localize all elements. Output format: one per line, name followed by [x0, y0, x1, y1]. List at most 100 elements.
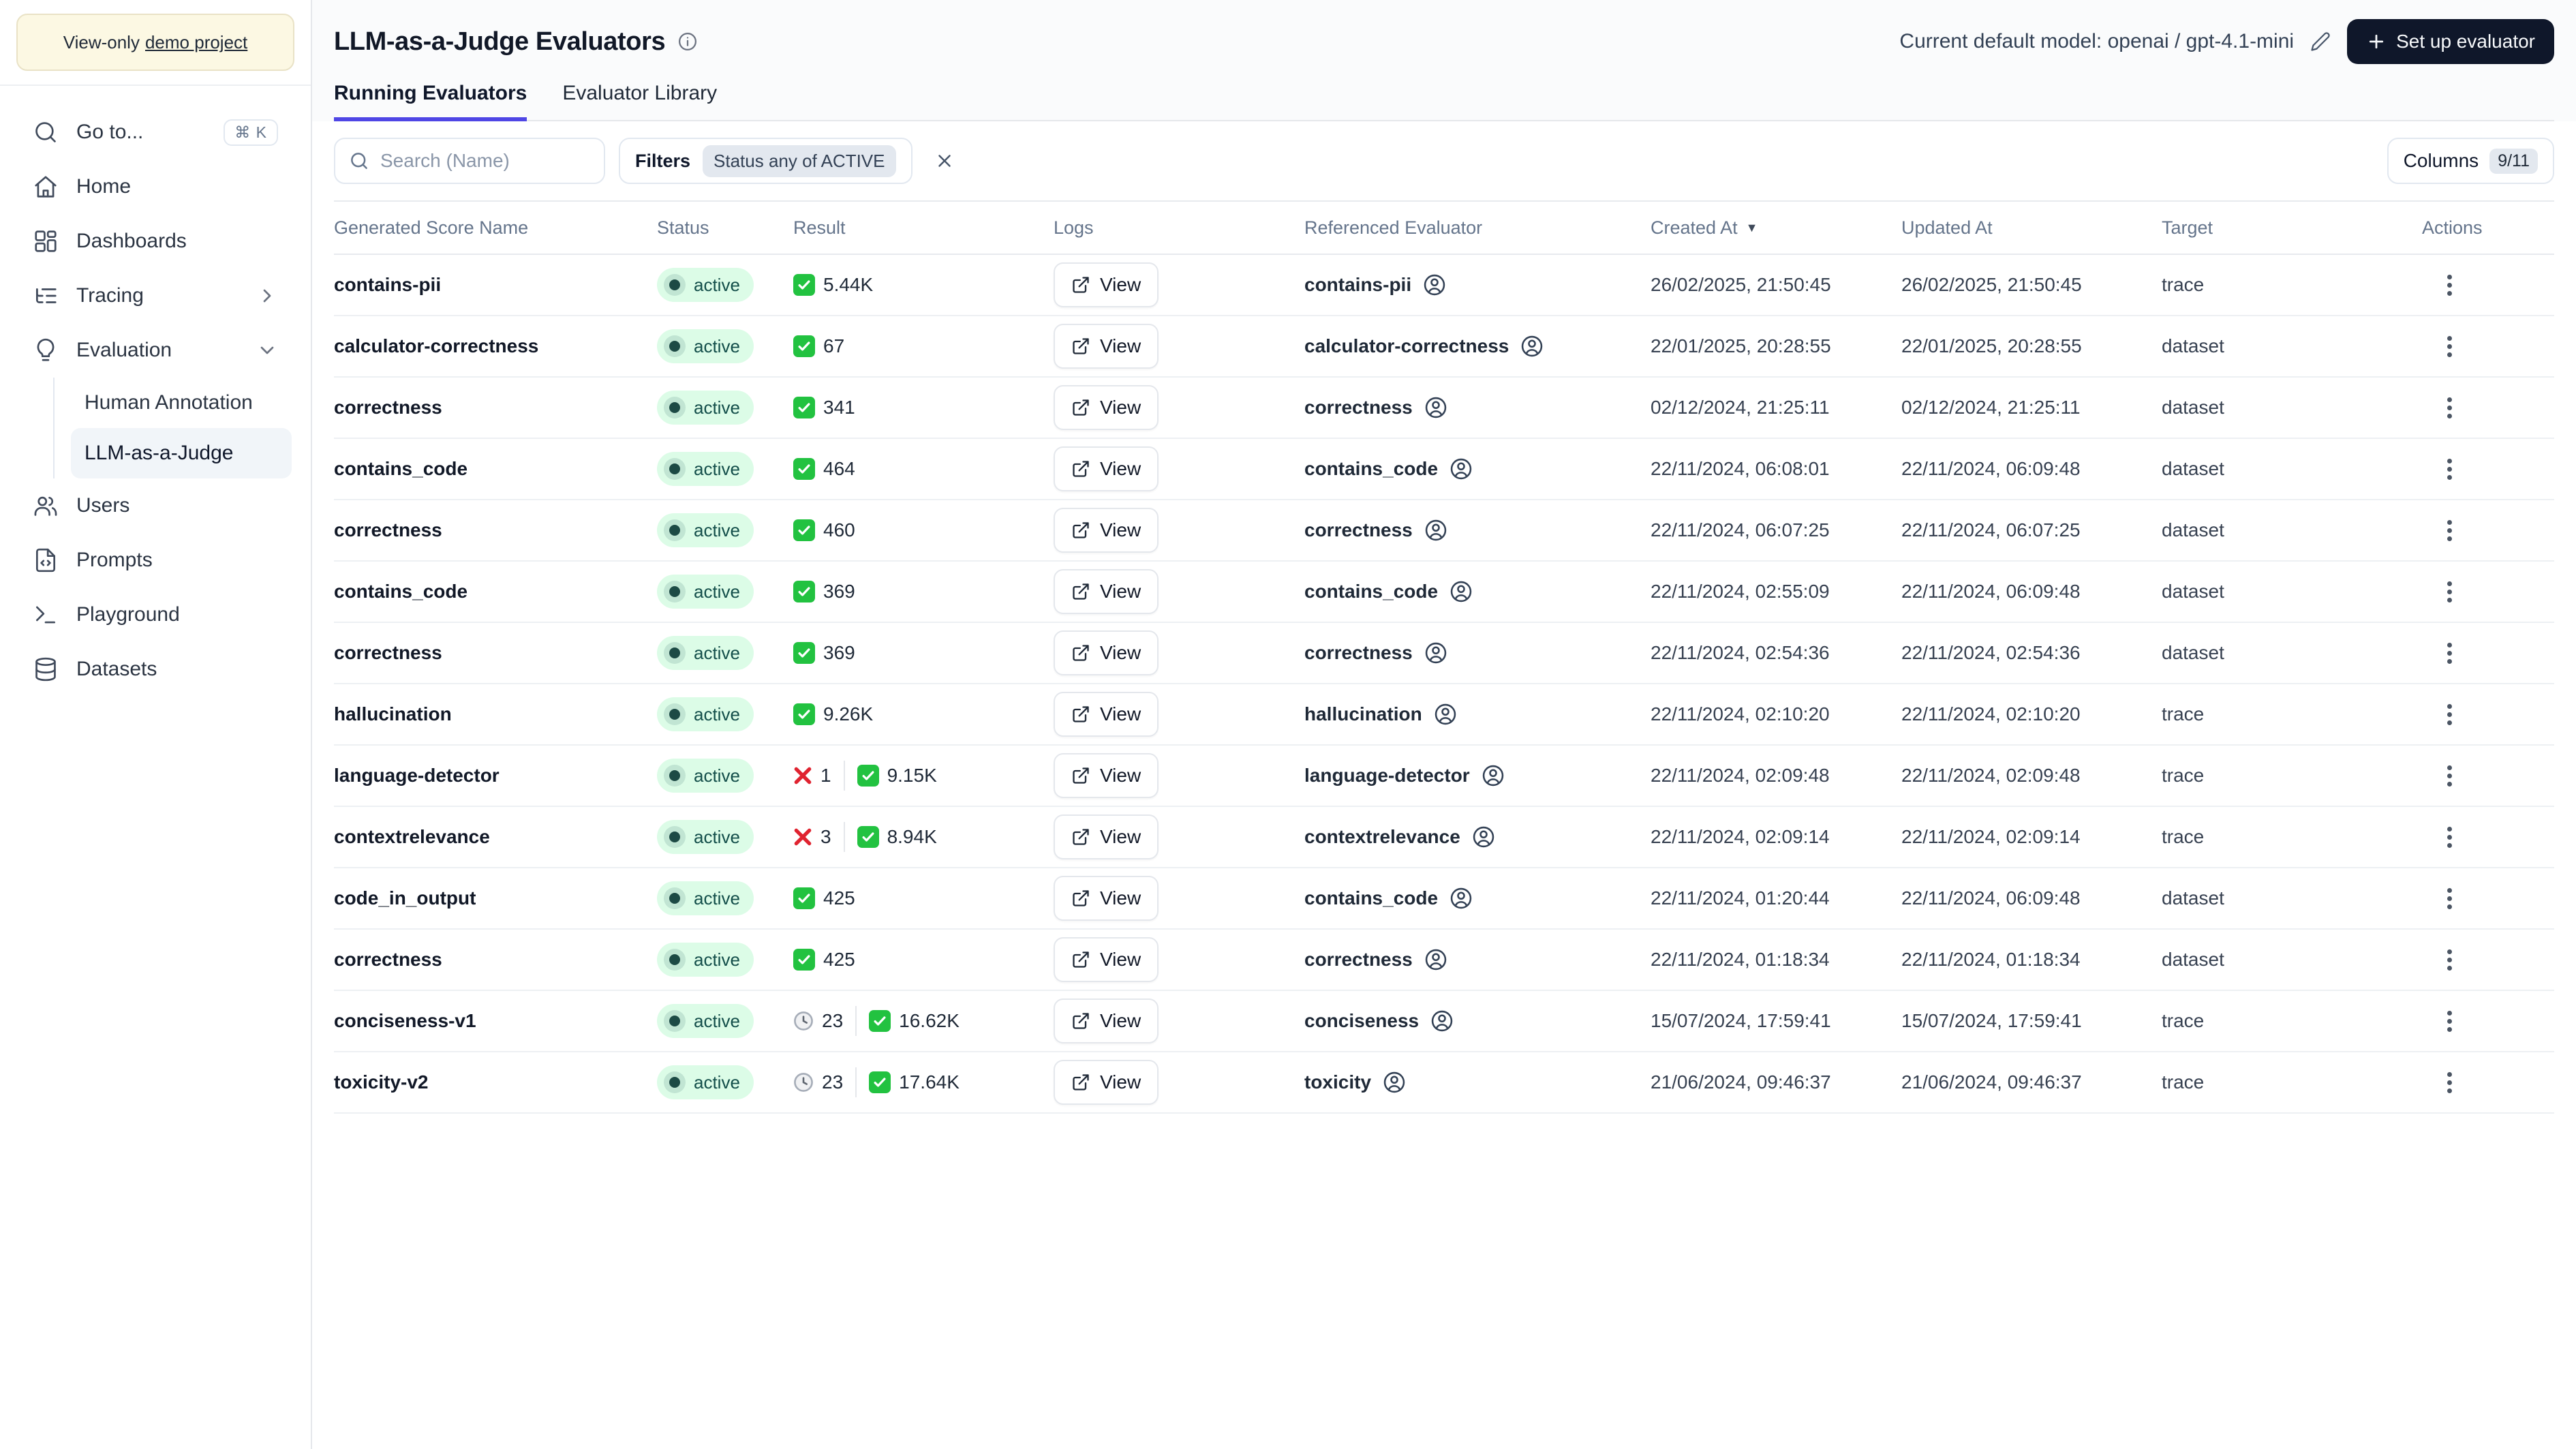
sidebar-item-llm-as-a-judge[interactable]: LLM-as-a-Judge — [71, 428, 292, 478]
created-at: 22/11/2024, 02:55:09 — [1651, 581, 1830, 602]
table-row[interactable]: contains_code active 369 View contains_c… — [334, 562, 2554, 623]
view-logs-button[interactable]: View — [1054, 385, 1159, 430]
view-logs-button[interactable]: View — [1054, 753, 1159, 798]
status-badge: active — [657, 820, 754, 854]
sidebar-item-home[interactable]: Home — [19, 159, 292, 214]
result-pass-count: 5.44K — [823, 274, 874, 295]
updated-at: 22/11/2024, 06:09:48 — [1901, 887, 2081, 909]
filter-chip: Status any of ACTIVE — [703, 144, 896, 177]
updated-at: 22/11/2024, 02:54:36 — [1901, 642, 2081, 663]
demo-project-link[interactable]: demo project — [145, 32, 247, 53]
filters-button[interactable]: Filters Status any of ACTIVE — [619, 138, 913, 184]
table-row[interactable]: calculator-correctness active 67 View ca… — [334, 316, 2554, 378]
view-logs-button[interactable]: View — [1054, 692, 1159, 737]
table-row[interactable]: toxicity-v2 active 23 17.64K View toxici… — [334, 1052, 2554, 1114]
users-icon — [33, 493, 59, 519]
search-icon — [33, 119, 59, 145]
terminal-icon — [33, 602, 59, 628]
table-row[interactable]: correctness active 460 View correctness … — [334, 500, 2554, 562]
view-logs-button[interactable]: View — [1054, 446, 1159, 491]
table-row[interactable]: contains_code active 464 View contains_c… — [334, 439, 2554, 500]
view-logs-button[interactable]: View — [1054, 814, 1159, 859]
status-badge: active — [657, 513, 754, 547]
set-up-evaluator-button[interactable]: Set up evaluator — [2347, 19, 2554, 64]
database-icon — [33, 656, 59, 682]
search-input[interactable] — [380, 150, 590, 172]
table-row[interactable]: correctness active 425 View correctness … — [334, 930, 2554, 991]
row-actions-button[interactable] — [2430, 695, 2468, 733]
info-icon[interactable] — [677, 31, 698, 52]
evaluation-submenu: Human Annotation LLM-as-a-Judge — [53, 378, 292, 478]
row-actions-button[interactable] — [2430, 511, 2468, 549]
table-row[interactable]: correctness active 369 View correctness … — [334, 623, 2554, 684]
generated-score-name: language-detector — [334, 765, 500, 786]
row-actions-button[interactable] — [2430, 1002, 2468, 1040]
table-row[interactable]: language-detector active 1 9.15K View la… — [334, 746, 2554, 807]
created-at: 22/11/2024, 06:08:01 — [1651, 458, 1830, 479]
generated-score-name: code_in_output — [334, 887, 476, 909]
row-actions-button[interactable] — [2430, 941, 2468, 979]
view-logs-button[interactable]: View — [1054, 998, 1159, 1043]
view-logs-button[interactable]: View — [1054, 262, 1159, 307]
result-lead: 23 — [793, 1071, 843, 1093]
created-at: 02/12/2024, 21:25:11 — [1651, 397, 1830, 418]
tab-evaluator-library[interactable]: Evaluator Library — [562, 82, 717, 121]
row-actions-button[interactable] — [2430, 818, 2468, 856]
table-row[interactable]: code_in_output active 425 View contains_… — [334, 868, 2554, 930]
col-created-at[interactable]: Created At ▼ — [1651, 217, 1901, 239]
col-referenced-evaluator[interactable]: Referenced Evaluator — [1304, 217, 1651, 239]
col-logs[interactable]: Logs — [1054, 217, 1304, 239]
table-row[interactable]: correctness active 341 View correctness … — [334, 378, 2554, 439]
row-actions-button[interactable] — [2430, 573, 2468, 611]
view-logs-button[interactable]: View — [1054, 937, 1159, 982]
row-actions-button[interactable] — [2430, 327, 2468, 365]
updated-at: 22/11/2024, 01:18:34 — [1901, 949, 2081, 970]
col-generated-score-name[interactable]: Generated Score Name — [334, 217, 657, 239]
view-logs-button[interactable]: View — [1054, 1060, 1159, 1105]
clear-filters-button[interactable] — [929, 145, 960, 177]
view-logs-button[interactable]: View — [1054, 630, 1159, 675]
target: dataset — [2162, 519, 2224, 540]
table-row[interactable]: conciseness-v1 active 23 16.62K View con… — [334, 991, 2554, 1052]
sidebar-item-label: Home — [76, 175, 132, 198]
sidebar-item-datasets[interactable]: Datasets — [19, 642, 292, 697]
sidebar-item-human-annotation[interactable]: Human Annotation — [71, 378, 292, 428]
pass-check-icon — [793, 335, 815, 357]
user-circle-icon — [1520, 334, 1544, 359]
row-actions-button[interactable] — [2430, 266, 2468, 304]
row-actions-button[interactable] — [2430, 634, 2468, 672]
pass-check-icon — [793, 949, 815, 971]
row-actions-button[interactable] — [2430, 1063, 2468, 1101]
sidebar-item-prompts[interactable]: Prompts — [19, 533, 292, 588]
row-actions-button[interactable] — [2430, 450, 2468, 488]
view-logs-button[interactable]: View — [1054, 324, 1159, 369]
view-logs-button[interactable]: View — [1054, 569, 1159, 614]
generated-score-name: correctness — [334, 397, 442, 418]
col-result[interactable]: Result — [793, 217, 1054, 239]
view-logs-button[interactable]: View — [1054, 876, 1159, 921]
row-actions-button[interactable] — [2430, 879, 2468, 917]
view-only-label: View-only — [63, 31, 140, 52]
sidebar-item-go-to[interactable]: Go to... ⌘ K — [19, 105, 292, 159]
columns-button[interactable]: Columns 9/11 — [2387, 138, 2554, 184]
sidebar-item-dashboards[interactable]: Dashboards — [19, 214, 292, 269]
table-row[interactable]: contains-pii active 5.44K View contains-… — [334, 255, 2554, 316]
col-status[interactable]: Status — [657, 217, 793, 239]
sidebar-item-tracing[interactable]: Tracing — [19, 269, 292, 323]
row-actions-button[interactable] — [2430, 388, 2468, 427]
status-badge: active — [657, 697, 754, 731]
fail-icon — [793, 766, 812, 785]
tab-running-evaluators[interactable]: Running Evaluators — [334, 82, 527, 121]
sidebar-item-evaluation[interactable]: Evaluation — [19, 323, 292, 378]
table-row[interactable]: hallucination active 9.26K View hallucin… — [334, 684, 2554, 746]
view-logs-button[interactable]: View — [1054, 508, 1159, 553]
sidebar-item-playground[interactable]: Playground — [19, 588, 292, 642]
sidebar-item-users[interactable]: Users — [19, 478, 292, 533]
external-link-icon — [1071, 1011, 1090, 1031]
table-row[interactable]: contextrelevance active 3 8.94K View con… — [334, 807, 2554, 868]
edit-model-icon[interactable] — [2310, 31, 2331, 52]
col-updated-at[interactable]: Updated At — [1901, 217, 2162, 239]
col-target[interactable]: Target — [2162, 217, 2422, 239]
status-badge: active — [657, 268, 754, 302]
row-actions-button[interactable] — [2430, 757, 2468, 795]
